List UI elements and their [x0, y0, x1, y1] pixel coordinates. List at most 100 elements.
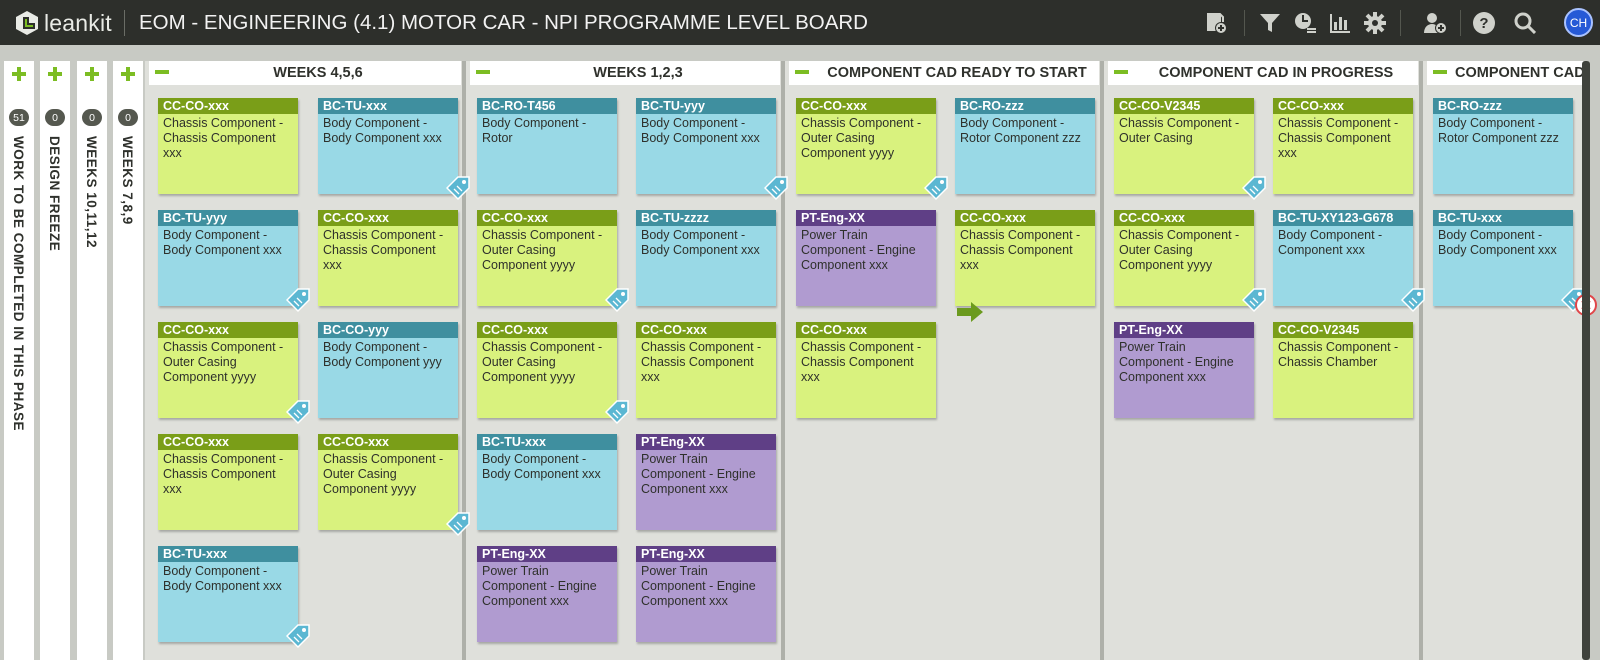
kanban-card[interactable]: CC-CO-xxx Chassis Component - Chassis Com…: [158, 98, 298, 194]
kanban-card[interactable]: CC-CO-V2345 Chassis Component - Chassis C…: [1273, 322, 1413, 418]
lane-header[interactable]: WEEKS 4,5,6: [149, 61, 461, 85]
kanban-card[interactable]: PT-Eng-XX Power Train Component - Engine …: [636, 434, 776, 530]
kanban-card[interactable]: PT-Eng-XX Power Train Component - Engine …: [1114, 322, 1254, 418]
kanban-card[interactable]: CC-CO-xxx Chassis Component - Outer Casin…: [158, 322, 310, 425]
card-title: Chassis Component - Chassis Component xx…: [323, 228, 444, 272]
lane-title: COMPONENT CAD: [1455, 65, 1585, 81]
kanban-card[interactable]: BC-TU-zzzz Body Component - Body Componen…: [636, 210, 776, 306]
card-title: Power Train Component - Engine Component…: [641, 452, 756, 496]
lane-header[interactable]: COMPONENT CAD READY TO START: [789, 61, 1099, 85]
tag-icon[interactable]: [445, 176, 472, 202]
kanban-card[interactable]: CC-CO-xxx Chassis Component - Chassis Com…: [796, 322, 936, 418]
kanban-card[interactable]: BC-TU-xxx Body Component - Body Component…: [477, 434, 617, 530]
tag-icon[interactable]: [763, 176, 790, 202]
reports-button[interactable]: [1325, 8, 1355, 38]
kanban-card[interactable]: BC-TU-yyy Body Component - Body Component…: [158, 210, 310, 313]
kanban-card[interactable]: CC-CO-xxx Chassis Component - Outer Casin…: [318, 434, 470, 537]
kanban-card[interactable]: BC-CO-yyy Body Component - Body Component…: [318, 322, 458, 418]
user-avatar[interactable]: CH: [1564, 8, 1593, 37]
lane-header[interactable]: WEEKS 1,2,3: [470, 61, 780, 85]
collapse-minus-icon[interactable]: [476, 70, 490, 74]
tag-icon[interactable]: [1241, 288, 1268, 314]
card-id: BC-TU-yyy: [636, 98, 776, 114]
collapsed-lane[interactable]: 0 WEEKS 10,11,12: [77, 61, 107, 660]
card-title: Body Component - Body Component yyy: [323, 340, 442, 369]
help-button[interactable]: ?: [1469, 8, 1499, 38]
add-card-plus-icon[interactable]: [121, 67, 135, 81]
collapse-minus-icon[interactable]: [1114, 70, 1128, 74]
move-arrow-icon[interactable]: [955, 300, 985, 324]
kanban-card[interactable]: BC-TU-yyy Body Component - Body Component…: [636, 98, 788, 201]
kanban-card[interactable]: BC-TU-XY123-G678 Body Component - Compone…: [1273, 210, 1425, 313]
card-count-badge: 51: [9, 109, 29, 126]
collapsed-lane[interactable]: 0 WEEKS 7,8,9: [113, 61, 143, 660]
add-card-plus-icon[interactable]: [12, 67, 26, 81]
kanban-card[interactable]: CC-CO-V2345 Chassis Component - Outer Cas…: [1114, 98, 1266, 201]
tag-icon[interactable]: [604, 400, 631, 426]
kanban-card[interactable]: BC-RO-zzz Body Component - Rotor Componen…: [955, 98, 1095, 194]
kanban-card[interactable]: CC-CO-xxx Chassis Component - Chassis Com…: [158, 434, 298, 530]
search-button[interactable]: [1510, 8, 1540, 38]
card-title: Chassis Component - Outer Casing Compone…: [1119, 228, 1240, 272]
tag-icon[interactable]: [1400, 288, 1427, 314]
card-title: Body Component - Body Component xxx: [323, 116, 442, 145]
tag-icon[interactable]: [285, 400, 312, 426]
tag-icon[interactable]: [604, 288, 631, 314]
leankit-logo[interactable]: leankit: [14, 8, 112, 38]
collapse-minus-icon[interactable]: [1433, 70, 1447, 74]
settings-gear-icon: [1364, 12, 1386, 34]
tag-icon[interactable]: [285, 624, 312, 650]
kanban-card[interactable]: CC-CO-xxx Chassis Component - Outer Casin…: [477, 322, 629, 425]
kanban-card[interactable]: CC-CO-xxx Chassis Component - Outer Casin…: [477, 210, 629, 313]
card-title: Power Train Component - Engine Component…: [1119, 340, 1234, 384]
card-title: Body Component - Body Component xxx: [1438, 228, 1557, 257]
card-id: CC-CO-xxx: [1114, 210, 1254, 226]
card-title: Body Component - Body Component xxx: [482, 452, 601, 481]
collapse-minus-icon[interactable]: [155, 70, 169, 74]
vertical-scrollbar[interactable]: [1582, 61, 1590, 660]
lane-header[interactable]: COMPONENT CAD IN PROGRESS: [1108, 61, 1418, 85]
add-card-button[interactable]: [1201, 8, 1231, 38]
add-card-plus-icon[interactable]: [48, 67, 62, 81]
kanban-card[interactable]: CC-CO-xxx Chassis Component - Chassis Com…: [1273, 98, 1413, 194]
card-id: BC-TU-xxx: [318, 98, 458, 114]
tag-icon[interactable]: [923, 176, 950, 202]
kanban-card[interactable]: BC-RO-zzz Body Component - Rotor Componen…: [1433, 98, 1573, 194]
toolbar-separator: [1244, 10, 1245, 36]
board-title[interactable]: EOM - ENGINEERING (4.1) MOTOR CAR - NPI …: [139, 11, 868, 35]
collapsed-lane[interactable]: 0 DESIGN FREEZE: [40, 61, 70, 660]
card-id: BC-CO-yyy: [318, 322, 458, 338]
kanban-card[interactable]: CC-CO-xxx Chassis Component - Outer Casin…: [796, 98, 948, 201]
card-id: PT-Eng-XX: [477, 546, 617, 562]
activity-button[interactable]: [1290, 8, 1320, 38]
card-title: Body Component - Body Component xxx: [641, 116, 760, 145]
kanban-card[interactable]: PT-Eng-XX Power Train Component - Engine …: [477, 546, 617, 642]
add-card-plus-icon[interactable]: [85, 67, 99, 81]
card-id: BC-TU-zzzz: [636, 210, 776, 226]
add-user-button[interactable]: [1420, 8, 1450, 38]
filter-button[interactable]: [1255, 8, 1285, 38]
kanban-card[interactable]: CC-CO-xxx Chassis Component - Chassis Com…: [636, 322, 776, 418]
settings-button[interactable]: [1360, 8, 1390, 38]
kanban-card[interactable]: CC-CO-xxx Chassis Component - Chassis Com…: [955, 210, 1095, 322]
collapsed-lane[interactable]: 51 WORK TO BE COMPLETED IN THIS PHASE: [4, 61, 34, 660]
kanban-card[interactable]: BC-TU-xxx Body Component - Body Component…: [158, 546, 310, 649]
kanban-card[interactable]: BC-TU-xxx Body Component - Body Component…: [318, 98, 470, 201]
kanban-card[interactable]: PT-Eng-XX Power Train Component - Engine …: [796, 210, 936, 306]
lane-header[interactable]: COMPONENT CAD: [1427, 61, 1588, 85]
kanban-card[interactable]: PT-Eng-XX Power Train Component - Engine …: [636, 546, 776, 642]
kanban-card[interactable]: CC-CO-xxx Chassis Component - Outer Casin…: [1114, 210, 1266, 313]
title-separator: [124, 10, 125, 36]
kanban-card[interactable]: CC-CO-xxx Chassis Component - Chassis Com…: [318, 210, 458, 306]
card-id: CC-CO-xxx: [318, 434, 458, 450]
kanban-card[interactable]: BC-RO-T456 Body Component - Rotor: [477, 98, 617, 194]
kanban-card[interactable]: BC-TU-xxx Body Component - Body Component…: [1433, 210, 1597, 316]
collapse-minus-icon[interactable]: [795, 70, 809, 74]
tag-icon[interactable]: [285, 288, 312, 314]
card-id: PT-Eng-XX: [1114, 322, 1254, 338]
card-title: Power Train Component - Engine Component…: [801, 228, 916, 272]
card-title: Chassis Component - Outer Casing Compone…: [801, 116, 922, 160]
tag-icon[interactable]: [1241, 176, 1268, 202]
tag-icon[interactable]: [445, 512, 472, 538]
card-id: CC-CO-xxx: [1273, 98, 1413, 114]
